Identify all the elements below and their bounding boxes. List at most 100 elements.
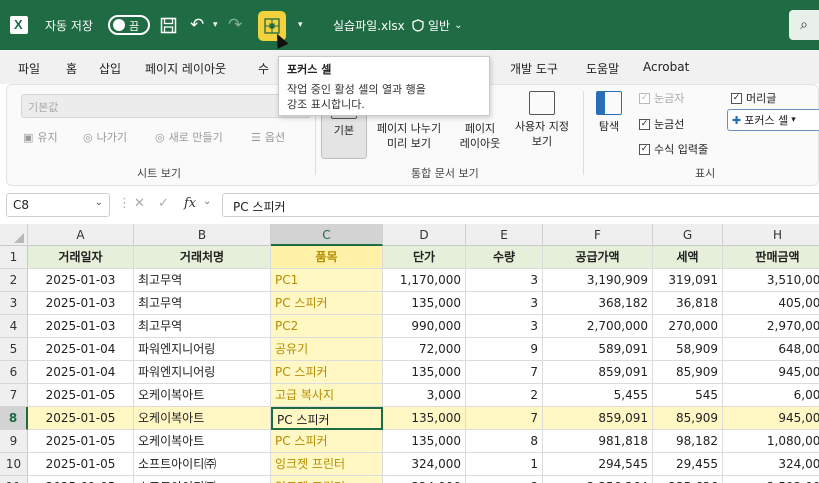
table-cell[interactable]: 990,000 — [383, 315, 466, 338]
table-cell[interactable]: 공유기 — [271, 338, 383, 361]
table-cell[interactable]: 3,510,000 — [723, 269, 819, 292]
column-header-h[interactable]: H — [723, 224, 819, 246]
table-cell[interactable]: 368,182 — [543, 292, 653, 315]
table-cell[interactable]: 소프트아이티㈜ — [134, 453, 271, 476]
table-cell[interactable]: 2025-01-05 — [28, 384, 134, 407]
table-cell[interactable]: 3 — [466, 292, 543, 315]
table-cell[interactable]: 7 — [466, 361, 543, 384]
save-icon[interactable] — [160, 0, 177, 50]
row-header[interactable]: 4 — [0, 315, 28, 338]
table-cell[interactable]: 1,080,000 — [723, 430, 819, 453]
table-cell[interactable]: 8 — [466, 430, 543, 453]
table-cell[interactable]: 235,636 — [653, 476, 723, 483]
undo-icon[interactable]: ↶ — [190, 0, 204, 50]
table-cell[interactable]: 고급 복사지 — [271, 384, 383, 407]
page-break-preview-button[interactable]: 페이지 나누기 미리 보기 — [368, 121, 450, 151]
tab-insert[interactable]: 삽입 — [99, 60, 121, 77]
table-cell[interactable]: 72,000 — [383, 338, 466, 361]
gridlines-checkbox[interactable]: ✓ 눈금선 — [639, 116, 684, 132]
table-cell[interactable]: 270,000 — [653, 315, 723, 338]
table-cell[interactable]: 29,455 — [653, 453, 723, 476]
table-cell[interactable]: 2025-01-05 — [28, 476, 134, 483]
table-cell[interactable]: 324,000 — [383, 476, 466, 483]
table-header-cell[interactable]: 수량 — [466, 246, 543, 269]
table-cell[interactable]: 8 — [466, 476, 543, 483]
table-header-cell[interactable]: 거래처명 — [134, 246, 271, 269]
table-cell[interactable]: 98,182 — [653, 430, 723, 453]
table-cell[interactable]: 6,000 — [723, 384, 819, 407]
table-cell[interactable]: 최고무역 — [134, 315, 271, 338]
table-cell[interactable]: 2 — [466, 384, 543, 407]
tab-acrobat[interactable]: Acrobat — [643, 60, 689, 74]
table-header-cell[interactable]: 품목 — [271, 246, 383, 269]
table-cell[interactable]: 85,909 — [653, 407, 723, 430]
sensitivity-button[interactable]: 일반 ⌄ — [412, 0, 462, 50]
row-header[interactable]: 5 — [0, 338, 28, 361]
table-cell[interactable]: 135,000 — [383, 407, 466, 430]
table-cell[interactable]: 2,700,000 — [543, 315, 653, 338]
table-cell[interactable]: 파워엔지니어링 — [134, 361, 271, 384]
tab-home[interactable]: 홈 — [66, 60, 77, 77]
undo-dropdown-icon[interactable]: ▾ — [213, 0, 218, 50]
table-cell[interactable]: 최고무역 — [134, 269, 271, 292]
custom-view-button[interactable]: 사용자 지정 보기 — [507, 91, 577, 149]
column-header-e[interactable]: E — [466, 224, 543, 246]
table-cell[interactable]: 589,091 — [543, 338, 653, 361]
table-cell[interactable]: 7 — [466, 407, 543, 430]
table-cell[interactable]: 2025-01-03 — [28, 292, 134, 315]
table-cell[interactable]: 잉크젯 프린터 — [271, 453, 383, 476]
column-header-f[interactable]: F — [543, 224, 653, 246]
table-cell[interactable]: 2025-01-05 — [28, 453, 134, 476]
table-cell[interactable]: 58,909 — [653, 338, 723, 361]
formula-input[interactable]: PC 스피커 — [222, 193, 819, 217]
table-cell[interactable]: PC 스피커 — [271, 361, 383, 384]
table-cell[interactable]: 294,545 — [543, 453, 653, 476]
insert-function-icon[interactable]: fx — [184, 196, 196, 211]
table-cell[interactable]: 945,000 — [723, 361, 819, 384]
table-cell[interactable]: 2025-01-04 — [28, 361, 134, 384]
row-header[interactable]: 10 — [0, 453, 28, 476]
table-cell[interactable]: PC 스피커 — [271, 430, 383, 453]
search-icon[interactable]: ⌕ — [789, 10, 819, 40]
row-header[interactable]: 2 — [0, 269, 28, 292]
table-cell[interactable]: 135,000 — [383, 361, 466, 384]
table-cell[interactable]: 오케이복아트 — [134, 430, 271, 453]
table-cell[interactable]: 1,170,000 — [383, 269, 466, 292]
table-cell[interactable]: 3,190,909 — [543, 269, 653, 292]
row-header[interactable]: 1 — [0, 246, 28, 269]
tab-formulas[interactable]: 수 — [258, 60, 269, 77]
table-header-cell[interactable]: 공급가액 — [543, 246, 653, 269]
table-cell[interactable]: 5,455 — [543, 384, 653, 407]
table-cell[interactable]: 36,818 — [653, 292, 723, 315]
name-box[interactable]: C8 ⌄ — [6, 193, 110, 217]
table-cell[interactable]: 545 — [653, 384, 723, 407]
table-cell[interactable]: 3 — [466, 315, 543, 338]
tab-help[interactable]: 도움말 — [586, 60, 619, 77]
autosave-toggle[interactable]: 끔 — [108, 0, 150, 50]
table-cell[interactable]: 859,091 — [543, 361, 653, 384]
table-cell[interactable]: PC2 — [271, 315, 383, 338]
column-header-b[interactable]: B — [134, 224, 271, 246]
row-header[interactable]: 6 — [0, 361, 28, 384]
select-all-button[interactable] — [0, 224, 28, 246]
table-cell[interactable]: 오케이복아트 — [134, 407, 271, 430]
sheet-view-select[interactable]: 기본값 — [21, 94, 311, 118]
table-cell[interactable]: 135,000 — [383, 292, 466, 315]
table-cell[interactable]: 85,909 — [653, 361, 723, 384]
table-cell[interactable]: PC 스피커 — [271, 292, 383, 315]
table-cell[interactable]: 945,000 — [723, 407, 819, 430]
row-header[interactable]: 8 — [0, 407, 28, 430]
table-cell[interactable]: 3,000 — [383, 384, 466, 407]
table-cell[interactable]: 2025-01-03 — [28, 269, 134, 292]
table-cell[interactable]: 135,000 — [383, 430, 466, 453]
column-header-d[interactable]: D — [383, 224, 466, 246]
table-cell[interactable]: 2,970,000 — [723, 315, 819, 338]
table-cell[interactable]: 파워엔지니어링 — [134, 338, 271, 361]
table-cell[interactable]: 3 — [466, 269, 543, 292]
table-cell[interactable]: 소프트아이티㈜ — [134, 476, 271, 483]
page-layout-view-button[interactable]: 페이지 레이아웃 — [453, 121, 507, 151]
tab-file[interactable]: 파일 — [18, 60, 40, 77]
formula-bar-checkbox[interactable]: ✓ 수식 입력줄 — [639, 141, 708, 157]
table-cell[interactable]: 잉크젯 프린터 — [271, 476, 383, 483]
column-header-g[interactable]: G — [653, 224, 723, 246]
